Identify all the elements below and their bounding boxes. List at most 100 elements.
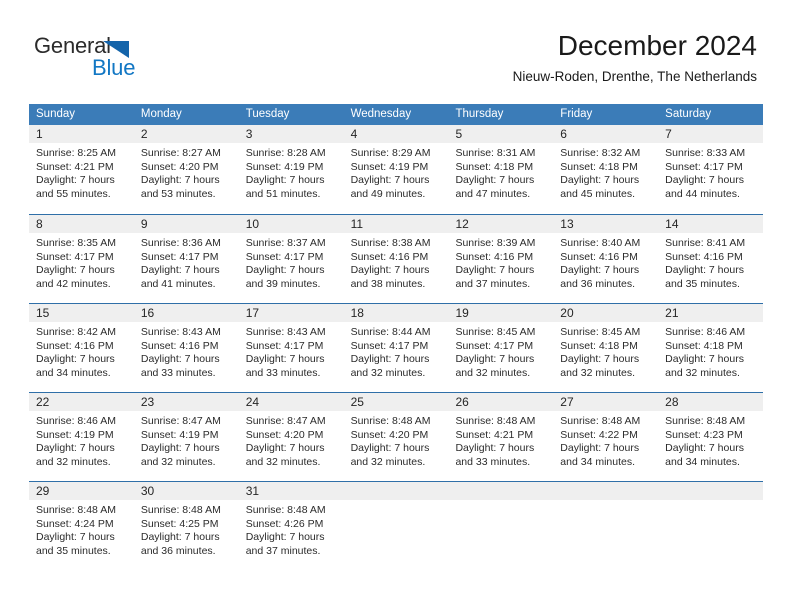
- day-cell[interactable]: 11 Sunrise: 8:38 AM Sunset: 4:16 PM Dayligh…: [343, 215, 449, 303]
- sunset-text: Sunset: 4:16 PM: [560, 250, 638, 263]
- week-row: 8 Sunrise: 8:35 AM Sunset: 4:17 PM Daylight…: [29, 214, 764, 303]
- day-cell[interactable]: 31 Sunrise: 8:48 AM Sunset: 4:26 PM Dayligh…: [238, 482, 344, 570]
- day-number: 22: [36, 395, 50, 409]
- day-cell[interactable]: 19 Sunrise: 8:45 AM Sunset: 4:17 PM Dayligh…: [448, 304, 554, 392]
- sunrise-text: Sunrise: 8:27 AM: [140, 147, 221, 159]
- day-cell[interactable]: 29 Sunrise: 8:48 AM Sunset: 4:24 PM Dayligh…: [29, 482, 134, 570]
- daylight-text-line1: Daylight: 7 hours: [245, 174, 325, 187]
- daylight-text-line2: and 42 minutes.: [36, 277, 111, 290]
- daylight-text-line2: and 32 minutes.: [350, 455, 426, 468]
- sunrise-text: Sunrise: 8:29 AM: [350, 147, 431, 159]
- day-number-band: 3: [238, 125, 344, 143]
- day-cell[interactable]: 10 Sunrise: 8:37 AM Sunset: 4:17 PM Dayligh…: [238, 215, 344, 303]
- sunset-text: Sunset: 4:16 PM: [665, 250, 743, 263]
- daylight-text-line2: and 53 minutes.: [140, 187, 216, 200]
- daylight-text-line2: and 36 minutes.: [560, 277, 636, 290]
- sunset-text: Sunset: 4:18 PM: [560, 160, 638, 173]
- day-cell[interactable]: 26 Sunrise: 8:48 AM Sunset: 4:21 PM Dayligh…: [448, 393, 554, 481]
- day-details: Sunrise: 8:46 AM Sunset: 4:19 PM Daylight:…: [29, 411, 134, 469]
- daylight-text-line1: Daylight: 7 hours: [350, 174, 430, 187]
- day-details: Sunrise: 8:29 AM Sunset: 4:19 PM Daylight:…: [344, 143, 449, 201]
- sunrise-text: Sunrise: 8:43 AM: [245, 326, 326, 338]
- day-details: Sunrise: 8:48 AM Sunset: 4:24 PM Daylight:…: [29, 500, 134, 558]
- day-cell[interactable]: 14 Sunrise: 8:41 AM Sunset: 4:16 PM Dayligh…: [658, 215, 764, 303]
- week-row: 1 Sunrise: 8:25 AM Sunset: 4:21 PM Daylight…: [29, 125, 764, 214]
- daylight-text-line2: and 37 minutes.: [455, 277, 531, 290]
- day-cell[interactable]: 21 Sunrise: 8:46 AM Sunset: 4:18 PM Dayligh…: [658, 304, 764, 392]
- day-cell[interactable]: 23 Sunrise: 8:47 AM Sunset: 4:19 PM Dayligh…: [133, 393, 239, 481]
- sunset-text: Sunset: 4:25 PM: [140, 517, 219, 530]
- day-number-band: 26: [448, 393, 554, 411]
- day-cell[interactable]: 24 Sunrise: 8:47 AM Sunset: 4:20 PM Dayligh…: [238, 393, 344, 481]
- day-number-band: 16: [133, 304, 239, 322]
- day-cell[interactable]: 27 Sunrise: 8:48 AM Sunset: 4:22 PM Dayligh…: [553, 393, 659, 481]
- day-cell-empty[interactable]: [553, 482, 659, 570]
- day-cell[interactable]: 7 Sunrise: 8:33 AM Sunset: 4:17 PM Daylight…: [658, 125, 764, 214]
- day-cell[interactable]: 16 Sunrise: 8:43 AM Sunset: 4:16 PM Dayligh…: [133, 304, 239, 392]
- day-details: [553, 500, 658, 504]
- day-cell[interactable]: 6 Sunrise: 8:32 AM Sunset: 4:18 PM Daylight…: [553, 125, 659, 214]
- day-number: 3: [245, 127, 253, 141]
- day-cell[interactable]: 8 Sunrise: 8:35 AM Sunset: 4:17 PM Daylight…: [29, 215, 134, 303]
- day-number-band: 12: [448, 215, 554, 233]
- day-cell-empty[interactable]: [658, 482, 764, 570]
- day-number: 14: [665, 217, 679, 231]
- day-number-band: 14: [658, 215, 764, 233]
- day-cell[interactable]: 15 Sunrise: 8:42 AM Sunset: 4:16 PM Dayligh…: [29, 304, 134, 392]
- sunset-text: Sunset: 4:19 PM: [36, 428, 114, 441]
- day-cell[interactable]: 28 Sunrise: 8:48 AM Sunset: 4:23 PM Dayligh…: [658, 393, 764, 481]
- day-cell[interactable]: 17 Sunrise: 8:43 AM Sunset: 4:17 PM Dayligh…: [238, 304, 344, 392]
- day-cell[interactable]: 2 Sunrise: 8:27 AM Sunset: 4:20 PM Daylight…: [133, 125, 239, 214]
- sunrise-text: Sunrise: 8:33 AM: [665, 147, 746, 159]
- sunrise-text: Sunrise: 8:39 AM: [455, 237, 536, 249]
- daylight-text-line1: Daylight: 7 hours: [665, 264, 744, 277]
- day-cell[interactable]: 3 Sunrise: 8:28 AM Sunset: 4:19 PM Daylight…: [238, 125, 344, 214]
- day-details: Sunrise: 8:36 AM Sunset: 4:17 PM Daylight:…: [134, 233, 239, 291]
- page-title: December 2024: [557, 30, 757, 61]
- day-details: Sunrise: 8:40 AM Sunset: 4:16 PM Daylight:…: [553, 233, 658, 291]
- day-number: 11: [350, 217, 364, 231]
- week-row: 22 Sunrise: 8:46 AM Sunset: 4:19 PM Dayligh…: [29, 392, 764, 481]
- day-cell[interactable]: 20 Sunrise: 8:45 AM Sunset: 4:18 PM Dayligh…: [553, 304, 659, 392]
- day-cell[interactable]: 4 Sunrise: 8:29 AM Sunset: 4:19 PM Daylight…: [343, 125, 449, 214]
- day-cell-empty[interactable]: [448, 482, 554, 570]
- sunrise-text: Sunrise: 8:35 AM: [36, 237, 116, 249]
- day-cell[interactable]: 5 Sunrise: 8:31 AM Sunset: 4:18 PM Daylight…: [448, 125, 554, 214]
- week-row: 29 Sunrise: 8:48 AM Sunset: 4:24 PM Dayligh…: [29, 481, 764, 570]
- day-number: 9: [140, 217, 148, 231]
- day-number-band: 10: [238, 215, 344, 233]
- weekday-header-thursday: Thursday: [455, 108, 504, 120]
- day-cell[interactable]: 1 Sunrise: 8:25 AM Sunset: 4:21 PM Daylight…: [29, 125, 134, 214]
- day-details: Sunrise: 8:39 AM Sunset: 4:16 PM Daylight:…: [448, 233, 553, 291]
- day-cell[interactable]: 12 Sunrise: 8:39 AM Sunset: 4:16 PM Dayligh…: [448, 215, 554, 303]
- day-details: Sunrise: 8:47 AM Sunset: 4:20 PM Daylight:…: [239, 411, 344, 469]
- daylight-text-line1: Daylight: 7 hours: [36, 174, 115, 187]
- day-details: Sunrise: 8:48 AM Sunset: 4:23 PM Daylight:…: [658, 411, 763, 469]
- sunset-text: Sunset: 4:22 PM: [560, 428, 638, 441]
- day-cell[interactable]: 18 Sunrise: 8:44 AM Sunset: 4:17 PM Dayligh…: [343, 304, 449, 392]
- day-number-band: 7: [658, 125, 764, 143]
- daylight-text-line1: Daylight: 7 hours: [36, 442, 115, 455]
- day-number: 4: [350, 127, 358, 141]
- day-cell[interactable]: 9 Sunrise: 8:36 AM Sunset: 4:17 PM Daylight…: [133, 215, 239, 303]
- day-cell-empty[interactable]: [343, 482, 449, 570]
- day-details: Sunrise: 8:48 AM Sunset: 4:26 PM Daylight:…: [239, 500, 344, 558]
- day-number: 20: [560, 306, 574, 320]
- daylight-text-line2: and 33 minutes.: [140, 366, 216, 379]
- sunrise-text: Sunrise: 8:46 AM: [36, 415, 116, 427]
- day-cell[interactable]: 25 Sunrise: 8:48 AM Sunset: 4:20 PM Dayligh…: [343, 393, 449, 481]
- sunset-text: Sunset: 4:18 PM: [455, 160, 534, 173]
- day-cell[interactable]: 13 Sunrise: 8:40 AM Sunset: 4:16 PM Dayligh…: [553, 215, 659, 303]
- sunset-text: Sunset: 4:16 PM: [350, 250, 429, 263]
- day-number: 13: [560, 217, 574, 231]
- sunset-text: Sunset: 4:17 PM: [36, 250, 114, 263]
- day-number-band: 30: [133, 482, 239, 500]
- sunset-text: Sunset: 4:17 PM: [665, 160, 743, 173]
- daylight-text-line1: Daylight: 7 hours: [140, 264, 220, 277]
- day-number: 29: [36, 484, 50, 498]
- day-cell[interactable]: 22 Sunrise: 8:46 AM Sunset: 4:19 PM Dayligh…: [29, 393, 134, 481]
- sunrise-text: Sunrise: 8:40 AM: [560, 237, 641, 249]
- day-details: Sunrise: 8:37 AM Sunset: 4:17 PM Daylight:…: [239, 233, 344, 291]
- sunrise-text: Sunrise: 8:47 AM: [140, 415, 221, 427]
- day-cell[interactable]: 30 Sunrise: 8:48 AM Sunset: 4:25 PM Dayligh…: [133, 482, 239, 570]
